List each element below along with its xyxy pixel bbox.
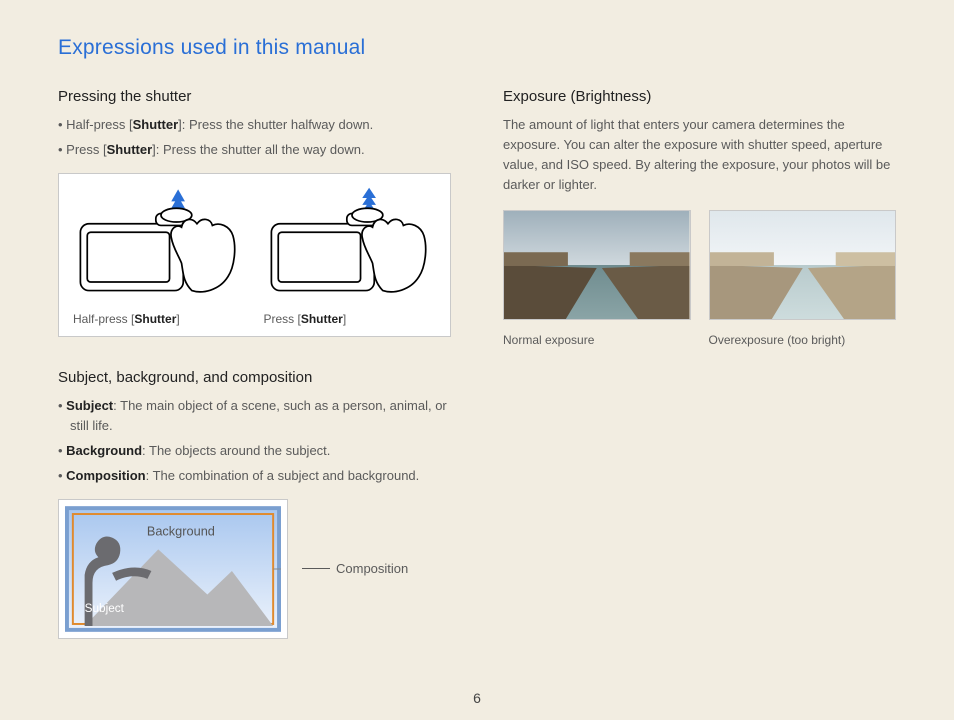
- sbc-bullet-background: Background: The objects around the subje…: [58, 441, 451, 462]
- exposure-heading: Exposure (Brightness): [503, 88, 896, 105]
- normal-exposure-image: [503, 210, 691, 320]
- over-exposure-caption: Overexposure (too bright): [709, 333, 897, 347]
- shutter-figure: Half-press [Shutter] Press [Shutter]: [58, 173, 451, 337]
- shutter-bullet-1: Half-press [Shutter]: Press the shutter …: [58, 115, 451, 136]
- shutter-bullet-2: Press [Shutter]: Press the shutter all t…: [58, 140, 451, 161]
- shutter-full-caption: Press [Shutter]: [260, 312, 347, 326]
- shutter-half-press: Half-press [Shutter]: [69, 186, 250, 326]
- subject-label: Subject: [85, 602, 125, 615]
- manual-page: Expressions used in this manual Pressing…: [0, 0, 954, 639]
- sbc-bullets: Subject: The main object of a scene, suc…: [58, 396, 451, 487]
- shutter-bullets: Half-press [Shutter]: Press the shutter …: [58, 115, 451, 161]
- shutter-half-caption: Half-press [Shutter]: [69, 312, 180, 326]
- over-exposure-image: [709, 210, 897, 320]
- sbc-bullet-subject: Subject: The main object of a scene, suc…: [58, 396, 451, 438]
- exposure-over: Overexposure (too bright): [709, 210, 897, 347]
- shutter-full-press: Press [Shutter]: [260, 186, 441, 326]
- exposure-examples: Normal exposure: [503, 210, 896, 347]
- camera-full-press-icon: [260, 186, 441, 306]
- bg-label: Background: [147, 523, 215, 538]
- composition-label: Composition: [336, 561, 408, 576]
- sbc-bullet-composition: Composition: The combination of a subjec…: [58, 466, 451, 487]
- shutter-heading: Pressing the shutter: [58, 88, 451, 105]
- normal-exposure-caption: Normal exposure: [503, 333, 691, 347]
- composition-callout: Composition: [302, 561, 408, 576]
- composition-image: Background Subject: [58, 499, 288, 639]
- page-title: Expressions used in this manual: [58, 36, 451, 60]
- callout-line: [302, 568, 330, 569]
- right-column: Exposure (Brightness) The amount of ligh…: [503, 36, 896, 639]
- left-column: Expressions used in this manual Pressing…: [58, 36, 451, 639]
- sbc-heading: Subject, background, and composition: [58, 369, 451, 386]
- exposure-normal: Normal exposure: [503, 210, 691, 347]
- exposure-body: The amount of light that enters your cam…: [503, 115, 896, 196]
- composition-figure: Background Subject Composition: [58, 499, 451, 639]
- page-number: 6: [0, 690, 954, 706]
- camera-half-press-icon: [69, 186, 250, 306]
